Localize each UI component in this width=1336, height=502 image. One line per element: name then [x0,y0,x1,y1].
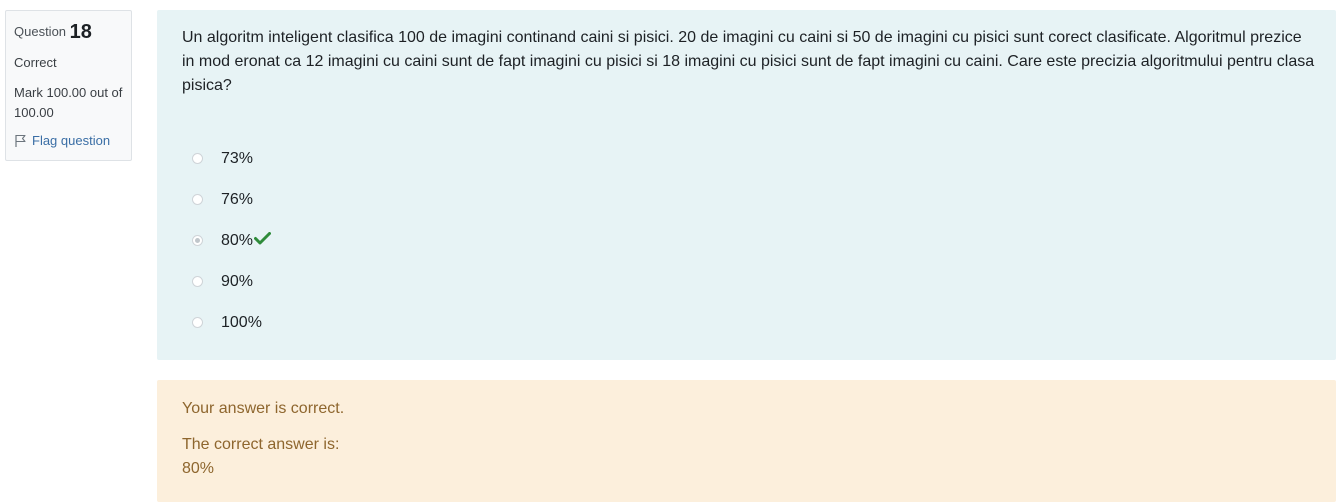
answer-label: 76% [221,190,254,208]
question-grade: Mark 100.00 out of 100.00 [14,85,123,120]
radio-button[interactable] [192,276,203,287]
answer-options: 73% 76% 80% 90% 100% [192,138,272,343]
answer-option[interactable]: 90% [192,261,271,302]
question-state: Correct [14,55,57,70]
answer-option-selected[interactable]: 80% [192,220,272,261]
right-answer-value: 80% [182,460,215,477]
answer-option[interactable]: 73% [192,138,271,179]
question-label: Question [14,24,67,39]
answer-label: 73% [221,149,254,167]
answer-option[interactable]: 76% [192,179,271,220]
flag-question-label: Flag question [32,133,111,148]
radio-button[interactable] [192,317,203,328]
answer-label: 90% [221,272,254,290]
question-number: 18 [69,21,92,43]
radio-button-selected[interactable] [192,235,203,246]
feedback-panel: Your answer is correct. The correct answ… [157,380,1336,502]
radio-button[interactable] [192,194,203,205]
radio-button[interactable] [192,153,203,164]
answer-label: 80% [221,231,254,249]
question-number-line: Question 18 [14,19,123,45]
answer-label: 100% [221,313,262,331]
right-answer: The correct answer is: 80% [182,433,339,481]
right-answer-label: The correct answer is: [182,436,340,453]
answer-option[interactable]: 100% [192,302,271,343]
flag-icon [14,134,27,148]
question-info-panel: Question 18 Correct Mark 100.00 out of 1… [5,10,132,161]
question-formulation: Un algoritm inteligent clasifica 100 de … [157,10,1336,360]
flag-question-link[interactable]: Flag question [14,131,123,151]
general-feedback: Your answer is correct. [182,400,345,417]
question-text: Un algoritm inteligent clasifica 100 de … [182,29,1315,94]
checkmark-icon [254,231,272,250]
